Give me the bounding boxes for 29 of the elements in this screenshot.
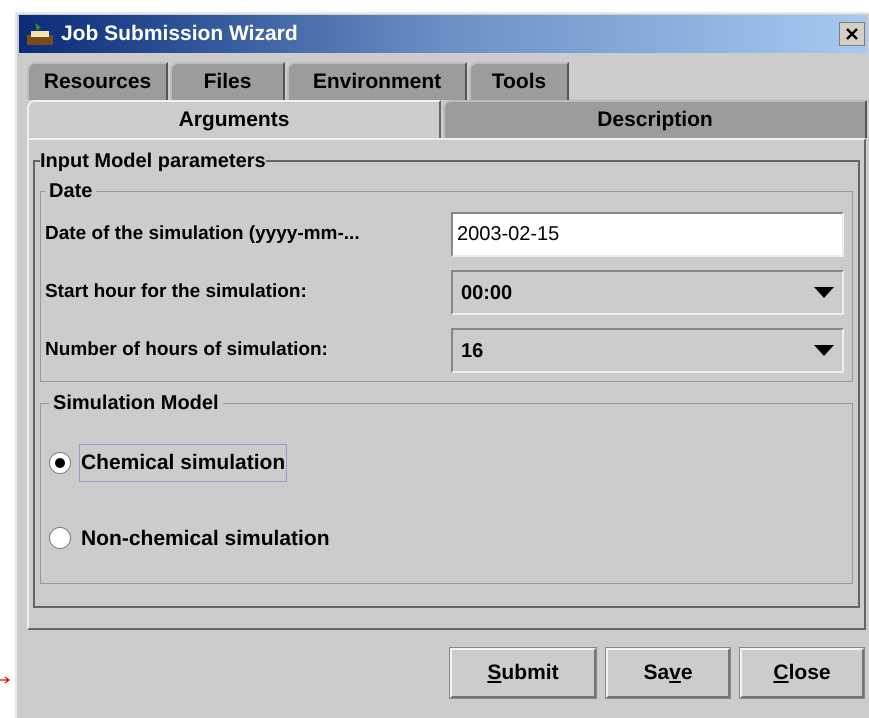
tab[interactable]: Description — [443, 100, 867, 138]
radio-button[interactable] — [49, 527, 71, 550]
date-input-field[interactable]: 2003-02-15 — [451, 212, 844, 257]
tab[interactable]: Tools — [469, 62, 569, 100]
field-label: Start hour for the simulation: — [45, 280, 308, 304]
tab[interactable]: Environment — [287, 62, 467, 100]
radio-label[interactable]: Non-chemical simulation — [79, 520, 332, 557]
app-icon — [25, 21, 55, 47]
dialog-button[interactable]: Save — [606, 648, 730, 698]
group-title: Simulation Model — [52, 391, 220, 416]
field-label: Number of hours of simulation: — [45, 338, 329, 362]
dropdown[interactable]: 00:00 — [451, 270, 844, 315]
field-label: Date of the simulation (yyyy-mm-... — [45, 222, 361, 246]
close-icon — [845, 27, 859, 41]
arrow-icon — [0, 676, 10, 684]
tab[interactable]: Resources — [27, 62, 168, 100]
group-title: Input Model parameters — [40, 149, 266, 174]
dropdown-arrow-icon — [814, 345, 834, 356]
dropdown[interactable]: 16 — [451, 328, 844, 373]
dialog-button[interactable]: Submit — [450, 648, 596, 698]
close-button[interactable] — [839, 22, 865, 46]
tab[interactable]: Arguments — [27, 100, 441, 138]
group-title: Date — [48, 179, 94, 204]
dialog-button[interactable]: Close — [740, 648, 864, 698]
window-title: Job Submission Wizard — [61, 21, 298, 48]
tab[interactable]: Files — [170, 62, 285, 100]
dropdown-arrow-icon — [814, 287, 834, 298]
radio-button[interactable] — [49, 452, 71, 474]
radio-label[interactable]: Chemical simulation — [79, 444, 288, 482]
